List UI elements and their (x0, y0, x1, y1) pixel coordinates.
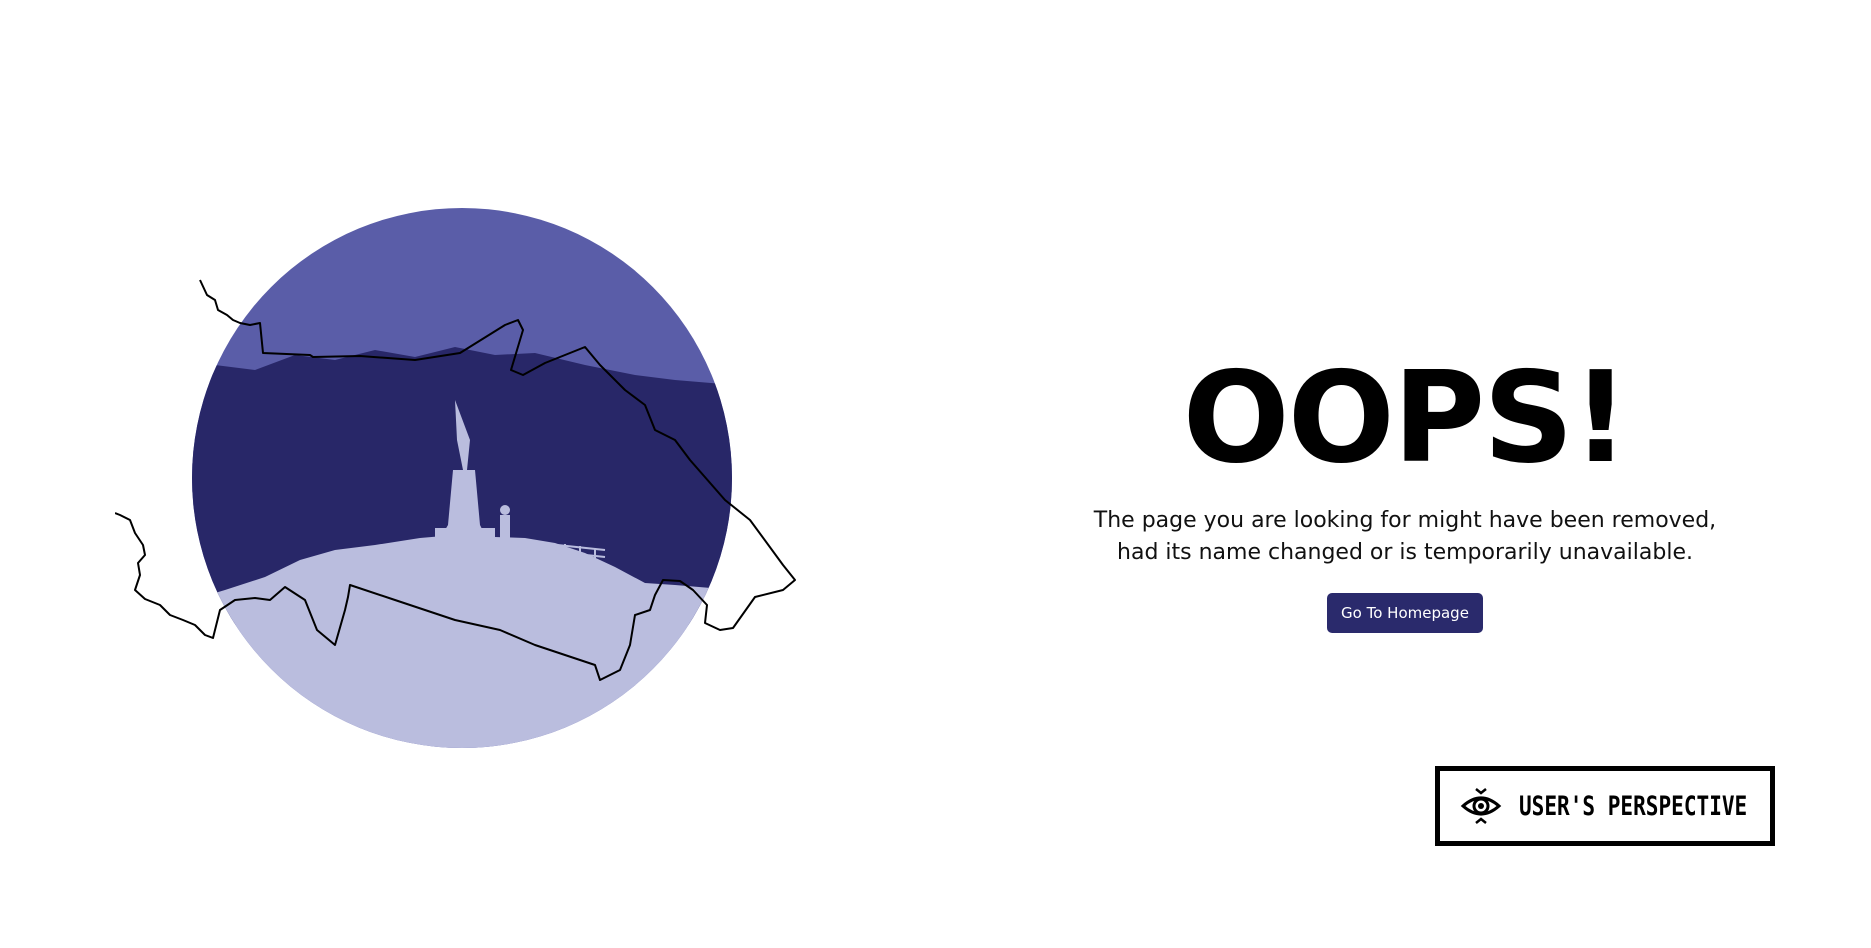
eye-icon (1459, 786, 1503, 826)
error-title: OOPS! (1182, 344, 1630, 491)
brand-name: USER'S PERSPECTIVE (1519, 790, 1748, 822)
error-page: OOPS! The page you are looking for might… (0, 0, 1871, 948)
go-to-homepage-button[interactable]: Go To Homepage (1327, 593, 1483, 633)
brand-logo[interactable]: USER'S PERSPECTIVE (1435, 766, 1775, 846)
error-content: OOPS! The page you are looking for might… (1070, 355, 1740, 633)
error-message: The page you are looking for might have … (1093, 508, 1717, 565)
ship-illustration (114, 205, 835, 765)
